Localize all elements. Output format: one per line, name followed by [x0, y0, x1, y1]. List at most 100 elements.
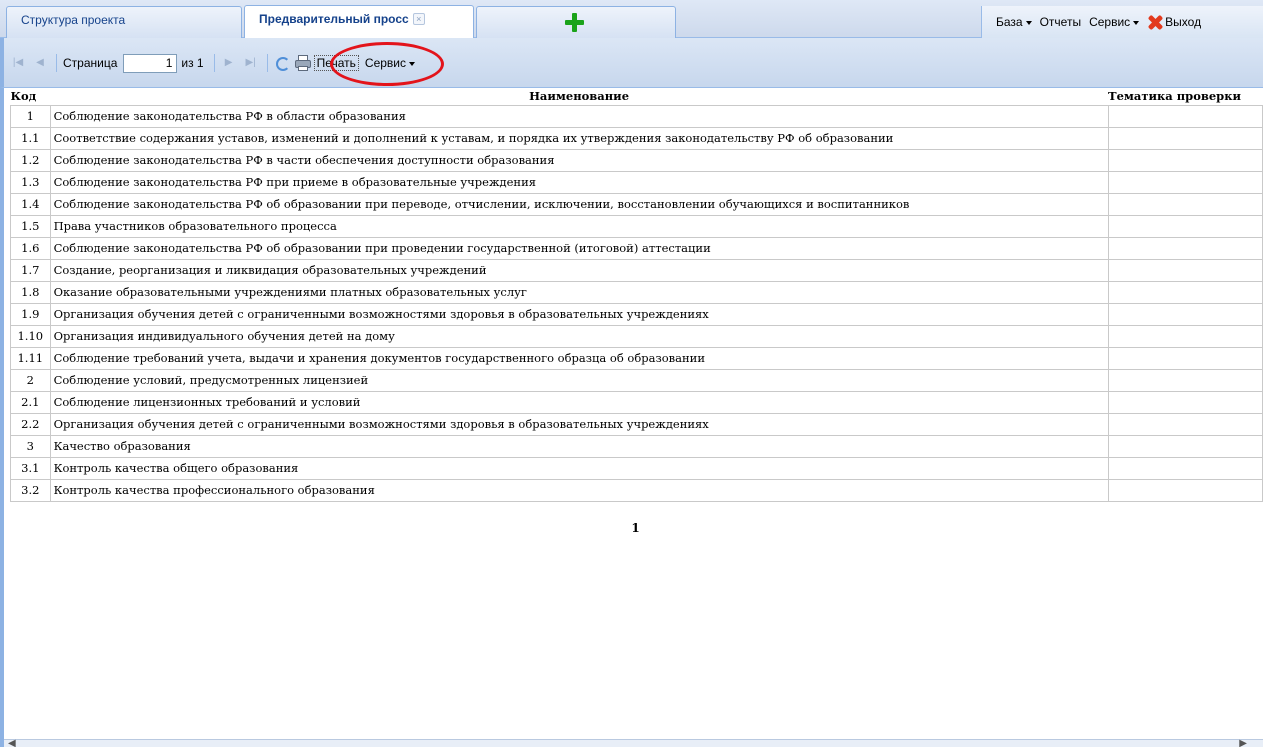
row-theme [1107, 302, 1263, 326]
toolbar-separator [56, 54, 57, 72]
print-button[interactable]: Печать [313, 55, 359, 71]
row-name: Соблюдение условий, предусмотренных лице… [49, 368, 1109, 392]
row-name: Организация индивидуального обучения дет… [49, 324, 1109, 348]
row-name: Соблюдение законодательства РФ в части о… [49, 148, 1109, 172]
row-name: Создание, реорганизация и ликвидация обр… [49, 258, 1109, 282]
close-icon[interactable]: × [412, 13, 425, 25]
toolbar-separator [213, 54, 215, 72]
row-name: Организация обучения детей с ограниченны… [49, 412, 1109, 436]
prev-page-icon[interactable]: ◀ [32, 55, 48, 71]
row-code: 2.1 [10, 390, 51, 414]
row-theme [1107, 258, 1263, 282]
row-code: 1.4 [10, 192, 51, 216]
row-name: Оказание образовательными учреждениями п… [49, 280, 1109, 304]
row-theme [1107, 192, 1263, 216]
scroll-right-icon[interactable]: ▶ [1239, 738, 1247, 747]
row-name: Права участников образовательного процес… [49, 214, 1109, 238]
row-name: Соблюдение законодательства РФ об образо… [49, 192, 1109, 216]
row-code: 1 [10, 104, 51, 128]
report-table: Код Наименование Тематика проверки 1 Собл… [10, 88, 1263, 502]
row-theme [1107, 478, 1263, 502]
refresh-icon[interactable] [274, 55, 290, 71]
table-row: 3.2 Контроль качества профессионального о… [10, 478, 1263, 502]
column-header-name: Наименование [50, 88, 1109, 105]
table-row: 1.11 Соблюдение требований учета, выдачи … [10, 346, 1263, 370]
service-menu-button[interactable]: Сервис [364, 56, 416, 70]
row-theme [1107, 126, 1263, 150]
tab-project-structure[interactable]: Структура проекта [6, 6, 242, 38]
row-code: 1.3 [10, 170, 51, 194]
menu-reports[interactable]: Отчеты [1040, 15, 1081, 29]
page-count-label: из 1 [181, 56, 204, 70]
table-row: 1.4 Соблюдение законодательства РФ об обр… [10, 192, 1263, 216]
row-code: 3 [10, 434, 51, 458]
row-theme [1107, 104, 1263, 128]
row-code: 3.1 [10, 456, 51, 480]
row-theme [1107, 456, 1263, 480]
report-toolbar: |◀ ◀ Страница из 1 ▶ ▶| Печать Сервис [0, 38, 1263, 88]
row-code: 1.10 [10, 324, 51, 348]
report-rows: 1 Соблюдение законодательства РФ в област… [10, 104, 1263, 502]
row-code: 2 [10, 368, 51, 392]
horizontal-scrollbar[interactable]: ◀ ▶ [4, 738, 1263, 747]
row-code: 2.2 [10, 412, 51, 436]
row-theme [1107, 412, 1263, 436]
page-label: Страница [63, 56, 118, 70]
menu-base-label: База [996, 15, 1023, 29]
row-code: 1.11 [10, 346, 51, 370]
top-menu: База Отчеты Сервис Выход [981, 6, 1263, 38]
page-number-input[interactable] [123, 53, 178, 73]
plus-icon[interactable] [564, 12, 586, 34]
row-name: Соблюдение лицензионных требований и усл… [49, 390, 1109, 414]
row-theme [1107, 236, 1263, 260]
table-row: 1.1 Соответствие содержания уставов, изме… [10, 126, 1263, 150]
first-page-icon[interactable]: |◀ [10, 55, 26, 71]
row-code: 1.1 [10, 126, 51, 150]
service-menu-label: Сервис [364, 56, 407, 70]
chevron-down-icon [409, 61, 416, 66]
tab-bar: Структура проекта Предварительный просс … [0, 0, 1263, 38]
exit-label: Выход [1165, 14, 1202, 29]
row-name: Соблюдение законодательства РФ об образо… [49, 236, 1109, 260]
scroll-left-icon[interactable]: ◀ [8, 738, 16, 747]
menu-service[interactable]: Сервис [1089, 15, 1140, 29]
row-theme [1107, 434, 1263, 458]
row-code: 1.2 [10, 148, 51, 172]
row-name: Организация обучения детей с ограниченны… [49, 302, 1109, 326]
report-page-number: 1 [631, 521, 640, 535]
report-view: Код Наименование Тематика проверки 1 Собл… [0, 88, 1263, 747]
row-name: Соответствие содержания уставов, изменен… [49, 126, 1109, 150]
row-code: 1.9 [10, 302, 51, 326]
row-code: 1.8 [10, 280, 51, 304]
printer-icon[interactable] [294, 55, 312, 71]
table-row: 2 Соблюдение условий, предусмотренных лиц… [10, 368, 1263, 392]
row-theme [1107, 280, 1263, 304]
row-name: Контроль качества общего образования [49, 456, 1109, 480]
tab-preliminary-view[interactable]: Предварительный просс × [244, 5, 474, 38]
exit-button[interactable]: Выход [1147, 15, 1201, 30]
menu-base[interactable]: База [996, 15, 1032, 29]
row-code: 1.7 [10, 258, 51, 282]
row-name: Соблюдение законодательства РФ при прием… [49, 170, 1109, 194]
row-code: 1.6 [10, 236, 51, 260]
exit-icon [1147, 15, 1163, 29]
row-code: 1.5 [10, 214, 51, 238]
row-theme [1107, 148, 1263, 172]
row-theme [1107, 390, 1263, 414]
row-name: Соблюдение законодательства РФ в области… [49, 104, 1109, 128]
next-page-icon[interactable]: ▶ [221, 55, 237, 71]
toolbar-separator [266, 54, 268, 72]
menu-service-label: Сервис [1089, 15, 1131, 29]
row-theme [1107, 368, 1263, 392]
row-theme [1107, 170, 1263, 194]
column-header-code: Код [10, 88, 51, 105]
table-row: 1.6 Соблюдение законодательства РФ об обр… [10, 236, 1263, 260]
row-theme [1107, 346, 1263, 370]
table-row: 3.1 Контроль качества общего образования [10, 456, 1263, 480]
table-row: 1.8 Оказание образовательными учреждениям… [10, 280, 1263, 304]
row-theme [1107, 214, 1263, 238]
chevron-down-icon [1133, 20, 1140, 25]
last-page-icon[interactable]: ▶| [243, 55, 259, 71]
table-row: 2.2 Организация обучения детей с ограниче… [10, 412, 1263, 436]
row-name: Контроль качества профессионального обра… [49, 478, 1109, 502]
